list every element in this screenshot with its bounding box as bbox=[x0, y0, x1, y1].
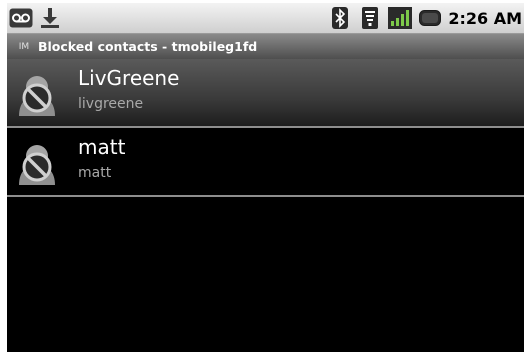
blocked-avatar-icon bbox=[13, 70, 61, 118]
im-icon: IM bbox=[18, 41, 30, 52]
clock: 2:26 AM bbox=[448, 8, 522, 28]
phone-screen: 2:26 AM IM Blocked contacts - tmobileg1f… bbox=[7, 3, 524, 352]
status-bar: 2:26 AM bbox=[7, 3, 524, 34]
contact-row-livgreene[interactable]: LivGreene livgreene bbox=[7, 59, 524, 128]
status-left-icons bbox=[9, 6, 62, 30]
contact-row-matt[interactable]: matt matt bbox=[7, 128, 524, 197]
bluetooth-icon bbox=[328, 7, 352, 29]
battery-icon bbox=[418, 7, 442, 29]
contact-name: LivGreene bbox=[78, 66, 180, 90]
status-right-icons: 2:26 AM bbox=[328, 6, 522, 30]
blocked-contacts-list: LivGreene livgreene matt matt bbox=[7, 59, 524, 197]
blocked-avatar-icon bbox=[13, 139, 61, 187]
download-icon bbox=[38, 7, 62, 29]
voicemail-icon bbox=[9, 7, 33, 29]
screen: 2:26 AM IM Blocked contacts - tmobileg1f… bbox=[0, 0, 524, 352]
page-title: Blocked contacts - tmobileg1fd bbox=[38, 39, 258, 54]
contact-name: matt bbox=[78, 135, 126, 159]
signal-icon bbox=[388, 7, 413, 29]
contact-username: matt bbox=[78, 165, 112, 181]
title-bar: IM Blocked contacts - tmobileg1fd bbox=[7, 34, 524, 59]
contact-username: livgreene bbox=[78, 96, 144, 112]
wifi-icon bbox=[358, 7, 382, 29]
